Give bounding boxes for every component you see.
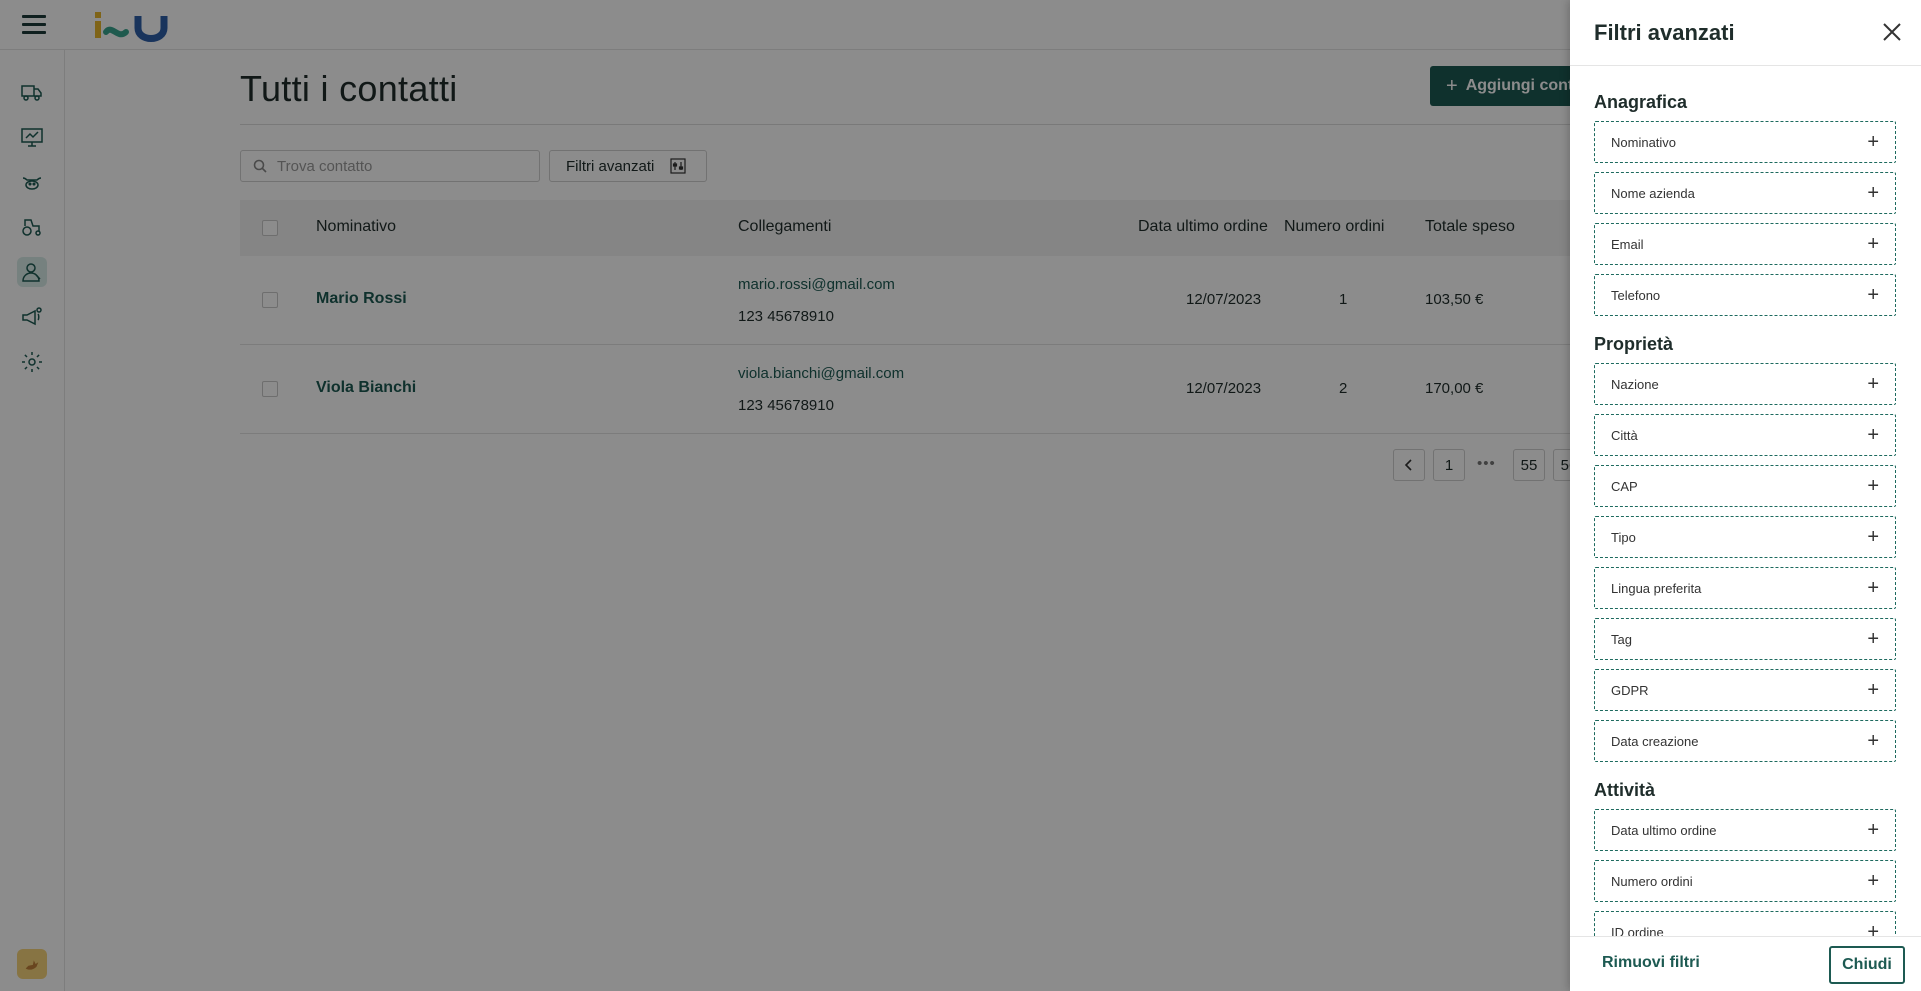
filter-label: Data creazione — [1611, 733, 1699, 749]
plus-icon: + — [1867, 284, 1879, 306]
drawer-title: Filtri avanzati — [1594, 20, 1735, 45]
plus-icon: + — [1867, 730, 1879, 752]
filter-label: GDPR — [1611, 682, 1649, 698]
plus-icon: + — [1867, 679, 1879, 701]
filter-item[interactable]: CAP + — [1594, 465, 1896, 507]
plus-icon: + — [1867, 526, 1879, 548]
plus-icon: + — [1867, 233, 1879, 255]
section-title-proprieta: Proprietà — [1594, 334, 1674, 354]
plus-icon: + — [1867, 870, 1879, 892]
filter-item[interactable]: Tipo + — [1594, 516, 1896, 558]
close-button[interactable]: Chiudi — [1829, 946, 1905, 984]
filter-item[interactable]: Data ultimo ordine + — [1594, 809, 1896, 851]
drawer-header: Filtri avanzati — [1570, 0, 1921, 66]
plus-icon: + — [1867, 475, 1879, 497]
filter-label: Lingua preferita — [1611, 580, 1702, 596]
filter-label: Città — [1611, 427, 1638, 443]
filter-item[interactable]: Nominativo + — [1594, 121, 1896, 163]
plus-icon: + — [1867, 182, 1879, 204]
section-title-attivita: Attività — [1594, 780, 1656, 800]
filter-item[interactable]: Email + — [1594, 223, 1896, 265]
plus-icon: + — [1867, 373, 1879, 395]
filter-item[interactable]: Città + — [1594, 414, 1896, 456]
filter-item[interactable]: Numero ordini + — [1594, 860, 1896, 902]
filter-item[interactable]: Tag + — [1594, 618, 1896, 660]
filter-label: Nazione — [1611, 376, 1659, 392]
drawer-body: Anagrafica Nominativo + Nome azienda + Ema… — [1570, 67, 1921, 936]
plus-icon: + — [1867, 921, 1879, 936]
filter-item[interactable]: GDPR + — [1594, 669, 1896, 711]
filter-item[interactable]: Nazione + — [1594, 363, 1896, 405]
filter-label: CAP — [1611, 478, 1638, 494]
drawer-footer: Rimuovi filtri Chiudi — [1570, 936, 1921, 991]
plus-icon: + — [1867, 819, 1879, 841]
plus-icon: + — [1867, 577, 1879, 599]
filter-label: Numero ordini — [1611, 873, 1693, 889]
filter-item[interactable]: Data creazione + — [1594, 720, 1896, 762]
close-icon[interactable] — [1881, 21, 1903, 43]
filter-label: ID ordine — [1611, 924, 1664, 937]
advanced-filters-drawer: Filtri avanzati Anagrafica Nominativo + N… — [1570, 0, 1921, 991]
modal-backdrop[interactable] — [0, 0, 1570, 991]
filter-label: Tipo — [1611, 529, 1636, 545]
filter-item[interactable]: Nome azienda + — [1594, 172, 1896, 214]
remove-filters-link[interactable]: Rimuovi filtri — [1602, 954, 1700, 972]
filter-item[interactable]: Telefono + — [1594, 274, 1896, 316]
filter-label: Data ultimo ordine — [1611, 822, 1717, 838]
filter-label: Nome azienda — [1611, 185, 1695, 201]
plus-icon: + — [1867, 131, 1879, 153]
filter-label: Email — [1611, 236, 1644, 252]
filter-item[interactable]: ID ordine + — [1594, 911, 1896, 936]
filter-label: Nominativo — [1611, 134, 1677, 150]
section-title-anagrafica: Anagrafica — [1594, 92, 1688, 112]
plus-icon: + — [1867, 628, 1879, 650]
filter-label: Telefono — [1611, 287, 1661, 303]
plus-icon: + — [1867, 424, 1879, 446]
filter-item[interactable]: Lingua preferita + — [1594, 567, 1896, 609]
filter-label: Tag — [1611, 631, 1632, 647]
